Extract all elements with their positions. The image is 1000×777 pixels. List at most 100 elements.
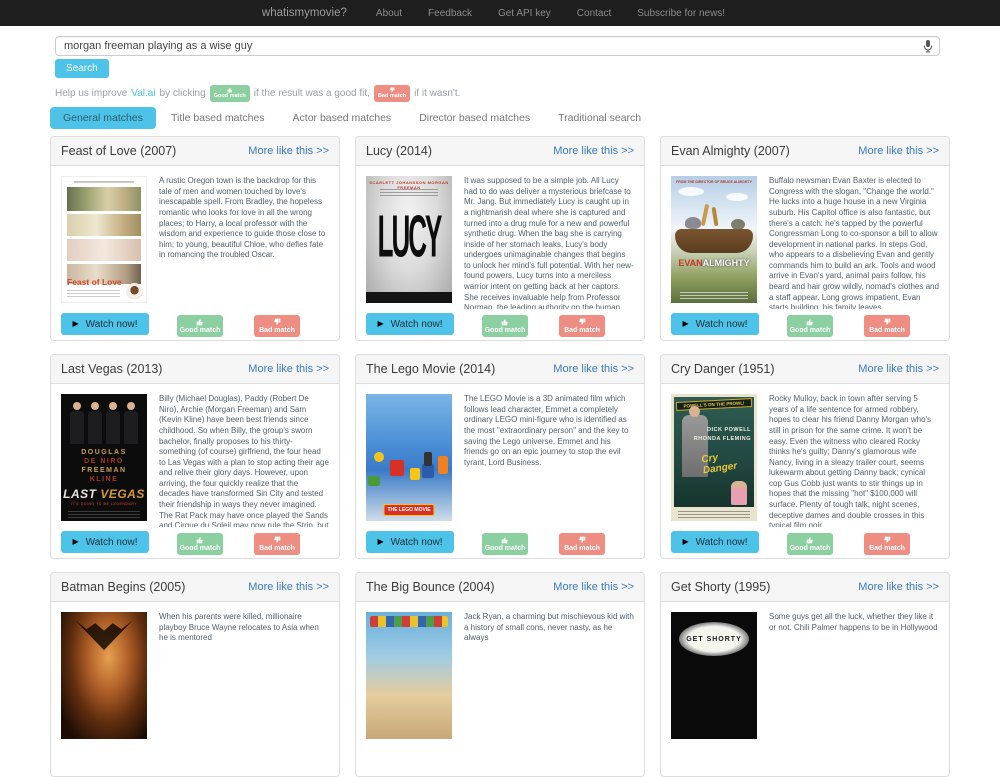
- more-like-this-link[interactable]: More like this >>: [553, 145, 634, 157]
- poster-art: [678, 510, 750, 518]
- movie-poster[interactable]: FROM THE DIRECTOR OF BRUCE ALMIGHTY EVAN…: [671, 176, 757, 303]
- watch-now-label: Watch now!: [696, 537, 748, 548]
- brand-logo[interactable]: whatismymovie?: [262, 7, 347, 19]
- watch-now-button[interactable]: ▶ Watch now!: [671, 531, 759, 553]
- poster-cast-names: DOUGLAS DE NIRO FREEMAN KLINE: [61, 448, 147, 484]
- movie-title: Lucy (2014): [366, 144, 432, 158]
- watch-now-button[interactable]: ▶ Watch now!: [671, 313, 759, 335]
- movie-title: Cry Danger (1951): [671, 362, 775, 376]
- card-actions: ▶ Watch now! Good match Bad match: [356, 524, 644, 556]
- movie-poster[interactable]: Feast of Love: [61, 176, 147, 303]
- thumbs-up-icon: [196, 536, 204, 544]
- poster-art: [438, 456, 448, 474]
- result-tabs: General matches Title based matches Acto…: [50, 107, 1000, 129]
- watch-now-button[interactable]: ▶ Watch now!: [61, 531, 149, 553]
- bad-match-button[interactable]: Bad match: [864, 315, 910, 337]
- movie-description: Billy (Michael Douglas), Paddy (Robert D…: [159, 394, 329, 527]
- poster-cast-name: FREEMAN: [61, 466, 147, 475]
- more-like-this-link[interactable]: More like this >>: [248, 581, 329, 593]
- good-match-button[interactable]: Good match: [787, 315, 833, 337]
- bad-match-label: Bad match: [869, 327, 905, 334]
- poster-art: [726, 193, 748, 201]
- watch-now-label: Watch now!: [86, 319, 138, 330]
- card-actions: ▶ Watch now! Good match Bad match: [356, 306, 644, 338]
- movie-card: Lucy (2014) More like this >> SCARLETT J…: [355, 136, 645, 341]
- bad-match-button[interactable]: Bad match: [254, 533, 300, 555]
- poster-cast-name: DOUGLAS: [61, 448, 147, 457]
- movie-poster[interactable]: [61, 612, 147, 739]
- good-match-button[interactable]: Good match: [177, 315, 223, 337]
- ark-art: [675, 229, 753, 253]
- card-body: THE LEGO MOVIE The LEGO Movie is a 3D an…: [356, 384, 644, 559]
- movie-description: Buffalo newsman Evan Baxter is elected t…: [769, 176, 939, 309]
- movie-title: Last Vegas (2013): [61, 362, 162, 376]
- card-header: Lucy (2014) More like this >>: [356, 137, 644, 166]
- more-like-this-link[interactable]: More like this >>: [858, 145, 939, 157]
- tab-director-based[interactable]: Director based matches: [406, 107, 543, 129]
- movie-card: The Lego Movie (2014) More like this >> …: [355, 354, 645, 559]
- bad-match-button[interactable]: Bad match: [559, 533, 605, 555]
- search-button[interactable]: Search: [55, 59, 109, 78]
- good-match-label: Good match: [485, 327, 526, 334]
- nav-link-contact[interactable]: Contact: [564, 8, 624, 19]
- movie-poster[interactable]: [366, 612, 452, 739]
- nav-link-api-key[interactable]: Get API key: [485, 8, 564, 19]
- poster-title-part: EVAN: [678, 258, 702, 268]
- play-icon: ▶: [72, 538, 78, 546]
- search-input[interactable]: [55, 36, 940, 56]
- more-like-this-link[interactable]: More like this >>: [553, 363, 634, 375]
- good-match-label: Good match: [180, 545, 221, 552]
- good-match-button[interactable]: Good match: [482, 533, 528, 555]
- poster-cast-name: RHONDA FLEMING: [694, 436, 751, 442]
- bad-match-label: Bad match: [564, 327, 600, 334]
- poster-title-part: VEGAS: [100, 487, 145, 501]
- poster-art: [374, 452, 384, 462]
- bad-match-button[interactable]: Bad match: [254, 315, 300, 337]
- good-match-button[interactable]: Good match: [482, 315, 528, 337]
- poster-art: [74, 181, 134, 183]
- tab-actor-based[interactable]: Actor based matches: [280, 107, 405, 129]
- card-body: DOUGLAS DE NIRO FREEMAN KLINE LAST VEGAS…: [51, 384, 339, 559]
- watch-now-button[interactable]: ▶ Watch now!: [61, 313, 149, 335]
- movie-poster[interactable]: THE LEGO MOVIE: [366, 394, 452, 521]
- more-like-this-link[interactable]: More like this >>: [553, 581, 634, 593]
- more-like-this-link[interactable]: More like this >>: [858, 363, 939, 375]
- tab-general-matches[interactable]: General matches: [50, 107, 156, 129]
- more-like-this-link[interactable]: More like this >>: [248, 363, 329, 375]
- poster-art: [68, 509, 140, 518]
- card-header: Get Shorty (1995) More like this >>: [661, 573, 949, 602]
- poster-art: [390, 460, 404, 476]
- movie-description: Jack Ryan, a charming but mischievous ki…: [464, 612, 634, 644]
- movie-poster[interactable]: DOUGLAS DE NIRO FREEMAN KLINE LAST VEGAS…: [61, 394, 147, 521]
- more-like-this-link[interactable]: More like this >>: [858, 581, 939, 593]
- card-actions: ▶ Watch now! Good match Bad match: [51, 524, 339, 556]
- poster-title: EVANALMIGHTY: [671, 258, 757, 268]
- movie-title: Evan Almighty (2007): [671, 144, 790, 158]
- good-badge-label: Good match: [214, 93, 246, 100]
- poster-cast-name: DE NIRO: [61, 457, 147, 466]
- tab-title-based[interactable]: Title based matches: [158, 107, 278, 129]
- voice-search-button[interactable]: [919, 39, 937, 56]
- bad-match-label: Bad match: [564, 545, 600, 552]
- bad-match-button[interactable]: Bad match: [559, 315, 605, 337]
- bad-match-button[interactable]: Bad match: [864, 533, 910, 555]
- watch-now-button[interactable]: ▶ Watch now!: [366, 531, 454, 553]
- tab-traditional-search[interactable]: Traditional search: [545, 107, 654, 129]
- good-match-button[interactable]: Good match: [177, 533, 223, 555]
- nav-link-about[interactable]: About: [363, 8, 415, 19]
- results-grid: Feast of Love (2007) More like this >> F…: [50, 136, 950, 777]
- nav-link-feedback[interactable]: Feedback: [415, 8, 485, 19]
- watch-now-button[interactable]: ▶ Watch now!: [366, 313, 454, 335]
- poster-tagline: FROM THE DIRECTOR OF BRUCE ALMIGHTY: [671, 180, 757, 184]
- movie-poster[interactable]: SCARLETT JOHANSSON MORGAN FREEMAN LUCY: [366, 176, 452, 303]
- movie-poster[interactable]: POWELL'S ON THE PROWL! DICK POWELL RHOND…: [671, 394, 757, 521]
- more-like-this-link[interactable]: More like this >>: [248, 145, 329, 157]
- nav-link-subscribe[interactable]: Subscribe for news!: [624, 8, 738, 19]
- help-brand-link[interactable]: Val.ai: [131, 88, 155, 99]
- movie-poster[interactable]: GET SHORTY: [671, 612, 757, 739]
- play-icon: ▶: [72, 320, 78, 328]
- poster-tagline: IT'S GOING TO BE LEGENDARY: [61, 502, 147, 506]
- good-match-button[interactable]: Good match: [787, 533, 833, 555]
- poster-cast-name: DICK POWELL: [707, 427, 751, 433]
- movie-title: The Big Bounce (2004): [366, 580, 495, 594]
